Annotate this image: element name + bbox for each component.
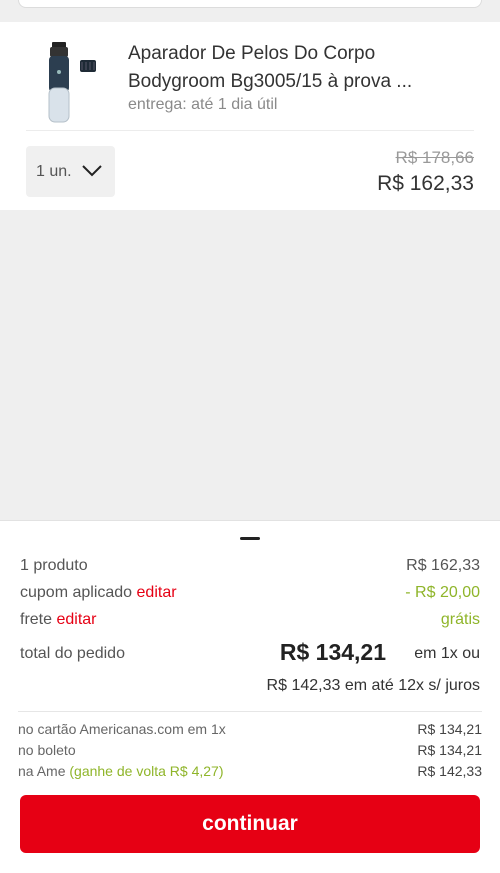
- divider: [18, 711, 482, 712]
- shipping-label: frete: [20, 611, 53, 628]
- total-payment-note: em 1x ou: [414, 645, 480, 662]
- total-value: R$ 134,21: [279, 639, 386, 665]
- payment-option-value: R$ 134,21: [417, 742, 482, 758]
- quantity-value: 1 un.: [36, 162, 72, 180]
- current-price: R$ 162,33: [377, 172, 474, 195]
- payment-option-label: no cartão Americanas.com em 1x: [18, 721, 226, 737]
- products-row: 1 produto R$ 162,33: [20, 557, 480, 575]
- products-value: R$ 162,33: [406, 557, 480, 574]
- payment-option-label: no boleto: [18, 742, 76, 758]
- payment-option-value: R$ 142,33: [417, 763, 482, 779]
- original-price: R$ 178,66: [395, 148, 474, 167]
- coupon-discount: - R$ 20,00: [405, 584, 480, 601]
- shipping-value: grátis: [440, 611, 480, 628]
- cashback-note: (ganhe de volta R$ 4,27): [69, 763, 224, 779]
- payment-option-ame: na Ame (ganhe de volta R$ 4,27) R$ 142,3…: [18, 763, 482, 779]
- previous-card-edge: [0, 0, 500, 22]
- payment-option-boleto: no boleto R$ 134,21: [18, 742, 482, 758]
- payment-option-card: no cartão Americanas.com em 1x R$ 134,21: [18, 721, 482, 737]
- products-label: 1 produto: [20, 557, 88, 574]
- installments-note: R$ 142,33 em até 12x s/ juros: [266, 677, 480, 694]
- shipping-row: frete editar grátis: [20, 611, 480, 629]
- product-title[interactable]: Aparador De Pelos Do Corpo Bodygroom Bg3…: [128, 40, 478, 96]
- product-image[interactable]: [38, 38, 108, 133]
- divider: [26, 130, 474, 131]
- coupon-row: cupom aplicado editar - R$ 20,00: [20, 584, 480, 602]
- payment-option-value: R$ 134,21: [417, 721, 482, 737]
- previous-card: [18, 0, 482, 8]
- order-summary-panel: 1 produto R$ 162,33 cupom aplicado edita…: [0, 520, 500, 873]
- total-label: total do pedido: [20, 645, 125, 662]
- quantity-select[interactable]: 1 un.: [26, 146, 115, 197]
- payment-option-label: na Ame: [18, 763, 66, 779]
- drag-handle[interactable]: [240, 537, 260, 540]
- total-row: total do pedido R$ 134,21 em 1x ou: [20, 639, 480, 665]
- edit-shipping-link[interactable]: editar: [56, 611, 96, 628]
- delivery-estimate: entrega: até 1 dia útil: [128, 96, 278, 113]
- edit-coupon-link[interactable]: editar: [137, 584, 177, 601]
- chevron-down-icon: [82, 165, 102, 177]
- coupon-label: cupom aplicado: [20, 584, 133, 601]
- continue-button[interactable]: continuar: [20, 795, 480, 853]
- cart-item-card: Aparador De Pelos Do Corpo Bodygroom Bg3…: [0, 22, 500, 210]
